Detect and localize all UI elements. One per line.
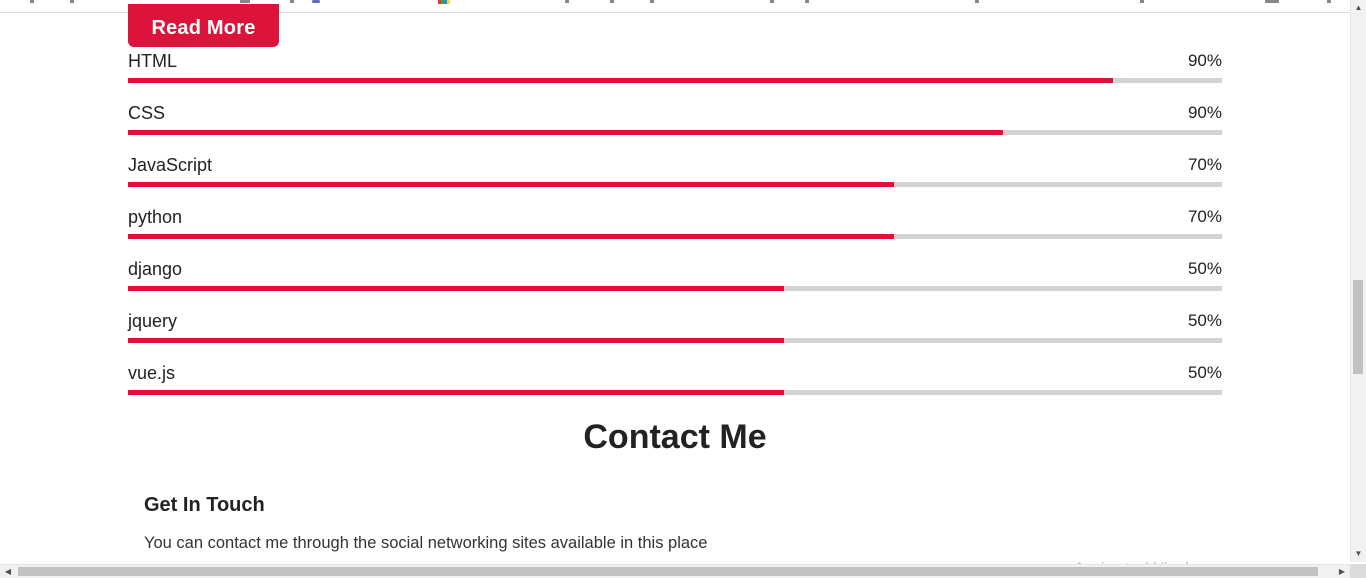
cropped-text-fragment — [975, 0, 979, 3]
cropped-text-fragment — [650, 0, 654, 3]
skill-name: django — [128, 259, 183, 279]
skill-percent: 50% — [1187, 311, 1222, 330]
skills-list: HTML 90% CSS 90% JavaScript 70% python 7… — [128, 48, 1222, 412]
progress-track — [128, 286, 1222, 291]
cropped-icon-fragment — [312, 0, 320, 3]
horizontal-scroll-thumb[interactable] — [18, 567, 1318, 576]
skill-name: CSS — [128, 103, 166, 123]
skill-percent: 50% — [1187, 363, 1222, 382]
get-in-touch-heading: Get In Touch — [144, 494, 265, 516]
progress-fill — [128, 286, 785, 291]
cropped-icon-fragment — [1265, 0, 1279, 3]
browser-viewport: Read More HTML 90% CSS 90% JavaScript 70… — [0, 0, 1366, 578]
skill-percent: 50% — [1187, 259, 1222, 278]
cropped-text-fragment — [70, 0, 74, 3]
skill-name: jquery — [128, 311, 178, 331]
progress-fill — [128, 130, 1004, 135]
progress-track — [128, 182, 1222, 187]
progress-track — [128, 130, 1222, 135]
skill-item-css: CSS 90% — [128, 100, 1222, 152]
skill-name: HTML — [128, 51, 177, 71]
progress-fill — [128, 338, 785, 343]
skill-percent: 90% — [1187, 51, 1222, 70]
cropped-text-fragment — [770, 0, 774, 3]
horizontal-scrollbar[interactable]: ◀ ▶ — [0, 564, 1366, 578]
vertical-scrollbar[interactable]: ▲ ▼ — [1350, 0, 1366, 562]
skill-name: JavaScript — [128, 155, 213, 175]
cropped-text-fragment — [610, 0, 614, 3]
skill-item-html: HTML 90% — [128, 48, 1222, 100]
contact-description: You can contact me through the social ne… — [144, 534, 708, 552]
cropped-text-fragment — [30, 0, 34, 3]
progress-fill — [128, 390, 785, 395]
chevron-left-icon[interactable]: ◀ — [0, 565, 16, 578]
cropped-image-fragment — [438, 0, 450, 4]
skill-percent: 90% — [1187, 103, 1222, 122]
progress-fill — [128, 182, 894, 187]
skill-item-jquery: jquery 50% — [128, 308, 1222, 360]
cropped-text-fragment — [565, 0, 569, 3]
skill-name: python — [128, 207, 183, 227]
cropped-text-fragment — [240, 0, 250, 3]
skill-name: vue.js — [128, 363, 176, 383]
cropped-text-fragment — [1140, 0, 1144, 3]
progress-track — [128, 390, 1222, 395]
skill-item-vuejs: vue.js 50% — [128, 360, 1222, 412]
progress-fill — [128, 234, 894, 239]
skill-percent: 70% — [1187, 155, 1222, 174]
progress-track — [128, 234, 1222, 239]
chevron-right-icon[interactable]: ▶ — [1334, 565, 1350, 578]
vertical-scroll-thumb[interactable] — [1353, 280, 1363, 374]
progress-fill — [128, 78, 1113, 83]
read-more-button[interactable]: Read More — [128, 4, 279, 47]
cropped-text-fragment — [290, 0, 294, 3]
contact-section-title: Contact Me — [583, 418, 767, 456]
skill-item-python: python 70% — [128, 204, 1222, 256]
chevron-up-icon[interactable]: ▲ — [1351, 0, 1366, 16]
skill-item-django: django 50% — [128, 256, 1222, 308]
skill-item-javascript: JavaScript 70% — [128, 152, 1222, 204]
scrollbar-corner — [1350, 564, 1366, 578]
cropped-text-fragment — [1327, 0, 1331, 3]
progress-track — [128, 78, 1222, 83]
cropped-text-fragment — [805, 0, 809, 3]
progress-track — [128, 338, 1222, 343]
chevron-down-icon[interactable]: ▼ — [1351, 546, 1366, 562]
skill-percent: 70% — [1187, 207, 1222, 226]
